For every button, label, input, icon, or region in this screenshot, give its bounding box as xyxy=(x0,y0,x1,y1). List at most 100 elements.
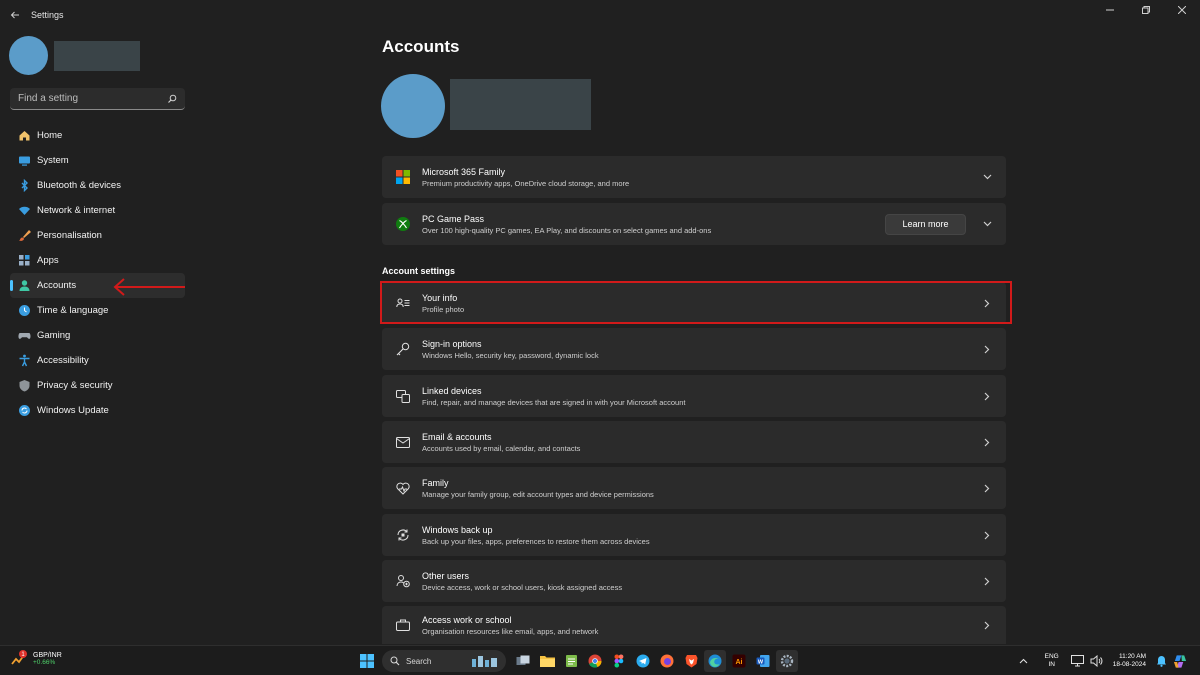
chevron-down-icon[interactable] xyxy=(972,221,1002,227)
sidebar-item-bluetooth[interactable]: Bluetooth & devices xyxy=(10,173,185,198)
setting-windows-backup[interactable]: Windows back up Back up your files, apps… xyxy=(382,514,1006,556)
promo-pc-game-pass[interactable]: PC Game Pass Over 100 high-quality PC ga… xyxy=(382,203,1006,245)
sidebar-item-label: Accounts xyxy=(37,280,77,291)
accessibility-icon xyxy=(17,354,31,368)
notifications-button[interactable] xyxy=(1154,654,1168,668)
search-input[interactable] xyxy=(18,93,167,104)
chevron-right-icon xyxy=(972,531,1002,540)
firefox-icon xyxy=(660,654,674,668)
clock-date: 18-08-2024 xyxy=(1112,661,1146,668)
close-icon xyxy=(1178,6,1186,14)
tray-overflow-button[interactable] xyxy=(1017,654,1031,668)
setting-linked-devices[interactable]: Linked devices Find, repair, and manage … xyxy=(382,375,1006,417)
heart-icon xyxy=(395,480,411,496)
card-subtitle: Back up your files, apps, preferences to… xyxy=(422,536,650,546)
home-icon xyxy=(17,129,31,143)
card-subtitle: Premium productivity apps, OneDrive clou… xyxy=(422,178,630,188)
stocks-icon: 1 xyxy=(11,650,27,665)
telegram-button[interactable] xyxy=(632,650,654,672)
network-status-button[interactable] xyxy=(1071,654,1085,668)
chrome-icon xyxy=(588,654,602,668)
setting-family[interactable]: Family Manage your family group, edit ac… xyxy=(382,467,1006,509)
input-language-button[interactable]: ENG IN xyxy=(1045,653,1059,669)
setting-access-work-school[interactable]: Access work or school Organisation resou… xyxy=(382,606,1006,644)
card-title: PC Game Pass xyxy=(422,213,485,224)
sidebar-item-label: Windows Update xyxy=(37,405,109,416)
learn-more-button[interactable]: Learn more xyxy=(885,213,966,235)
sidebar-item-label: System xyxy=(37,155,69,166)
setting-other-users[interactable]: Other users Device access, work or schoo… xyxy=(382,560,1006,602)
sidebar-item-windows-update[interactable]: Windows Update xyxy=(10,398,185,423)
annotation-highlight-box xyxy=(380,281,1012,324)
copilot-icon xyxy=(1173,654,1187,668)
sidebar-item-privacy[interactable]: Privacy & security xyxy=(10,373,185,398)
sidebar-item-personalisation[interactable]: Personalisation xyxy=(10,223,185,248)
setting-sign-in-options[interactable]: Sign-in options Windows Hello, security … xyxy=(382,328,1006,370)
sidebar-item-apps[interactable]: Apps xyxy=(10,248,185,273)
card-title: Linked devices xyxy=(422,385,482,396)
person-icon xyxy=(17,279,31,293)
controller-icon xyxy=(17,329,31,343)
taskbar-search[interactable]: Search xyxy=(382,650,506,672)
language-code: ENG xyxy=(1044,653,1059,661)
search-icon xyxy=(168,94,177,103)
sidebar-item-time-language[interactable]: Time & language xyxy=(10,298,185,323)
xbox-icon xyxy=(395,216,411,232)
restore-icon xyxy=(1142,6,1150,14)
chevron-down-icon[interactable] xyxy=(972,174,1002,180)
redacted-username xyxy=(54,40,140,71)
redacted-account-name xyxy=(450,79,591,130)
widgets-button[interactable]: 1 GBP/INR +0.66% xyxy=(10,650,62,668)
chevron-right-icon xyxy=(972,345,1002,354)
word-button[interactable]: W xyxy=(752,650,774,672)
taskbar: 1 GBP/INR +0.66% Search Ai W ENG IN 11:2… xyxy=(0,645,1200,675)
sidebar-item-network[interactable]: Network & internet xyxy=(10,198,185,223)
widget-title: GBP/INR xyxy=(33,651,62,659)
card-title: Family xyxy=(422,477,449,488)
sidebar-item-system[interactable]: System xyxy=(10,148,185,173)
task-view-button[interactable] xyxy=(512,650,534,672)
brave-button[interactable] xyxy=(680,650,702,672)
minimize-button[interactable] xyxy=(1092,0,1128,20)
title-bar: Settings xyxy=(0,0,1200,30)
people-icon xyxy=(395,573,411,589)
chevron-up-icon xyxy=(1019,658,1028,664)
notepad-app-button[interactable] xyxy=(560,650,582,672)
settings-app-button[interactable] xyxy=(776,650,798,672)
card-subtitle: Accounts used by email, calendar, and co… xyxy=(422,443,581,453)
clock-time: 11:20 AM xyxy=(1119,652,1146,660)
close-button[interactable] xyxy=(1164,0,1200,20)
card-subtitle: Device access, work or school users, kio… xyxy=(422,582,623,592)
edge-button[interactable] xyxy=(704,650,726,672)
back-button[interactable] xyxy=(0,0,30,30)
word-icon: W xyxy=(756,655,770,667)
edge-icon xyxy=(708,654,722,668)
chrome-button[interactable] xyxy=(584,650,606,672)
sidebar-item-accessibility[interactable]: Accessibility xyxy=(10,348,185,373)
card-title: Windows back up xyxy=(422,524,493,535)
illustrator-button[interactable]: Ai xyxy=(728,650,750,672)
region-code: IN xyxy=(1048,661,1055,668)
volume-button[interactable] xyxy=(1090,654,1104,668)
widget-value: +0.66% xyxy=(33,659,56,667)
setting-email-accounts[interactable]: Email & accounts Accounts used by email,… xyxy=(382,421,1006,463)
file-explorer-button[interactable] xyxy=(536,650,558,672)
sidebar-item-label: Personalisation xyxy=(37,230,102,241)
promo-microsoft-365[interactable]: Microsoft 365 Family Premium productivit… xyxy=(382,156,1006,198)
firefox-button[interactable] xyxy=(656,650,678,672)
devices-icon xyxy=(395,388,411,404)
restore-button[interactable] xyxy=(1128,0,1164,20)
clock-button[interactable]: 11:20 AM 18-08-2024 xyxy=(1113,653,1146,670)
microsoft-logo-icon xyxy=(395,169,411,185)
copilot-button[interactable] xyxy=(1173,654,1187,668)
chevron-right-icon xyxy=(972,577,1002,586)
mail-icon xyxy=(395,434,411,450)
user-profile[interactable] xyxy=(9,36,140,75)
sidebar-item-home[interactable]: Home xyxy=(10,123,185,148)
minimize-icon xyxy=(1106,9,1114,11)
sidebar-item-label: Time & language xyxy=(37,305,109,316)
start-button[interactable] xyxy=(356,650,378,672)
sidebar-item-gaming[interactable]: Gaming xyxy=(10,323,185,348)
figma-button[interactable] xyxy=(608,650,630,672)
search-box[interactable] xyxy=(10,88,185,110)
